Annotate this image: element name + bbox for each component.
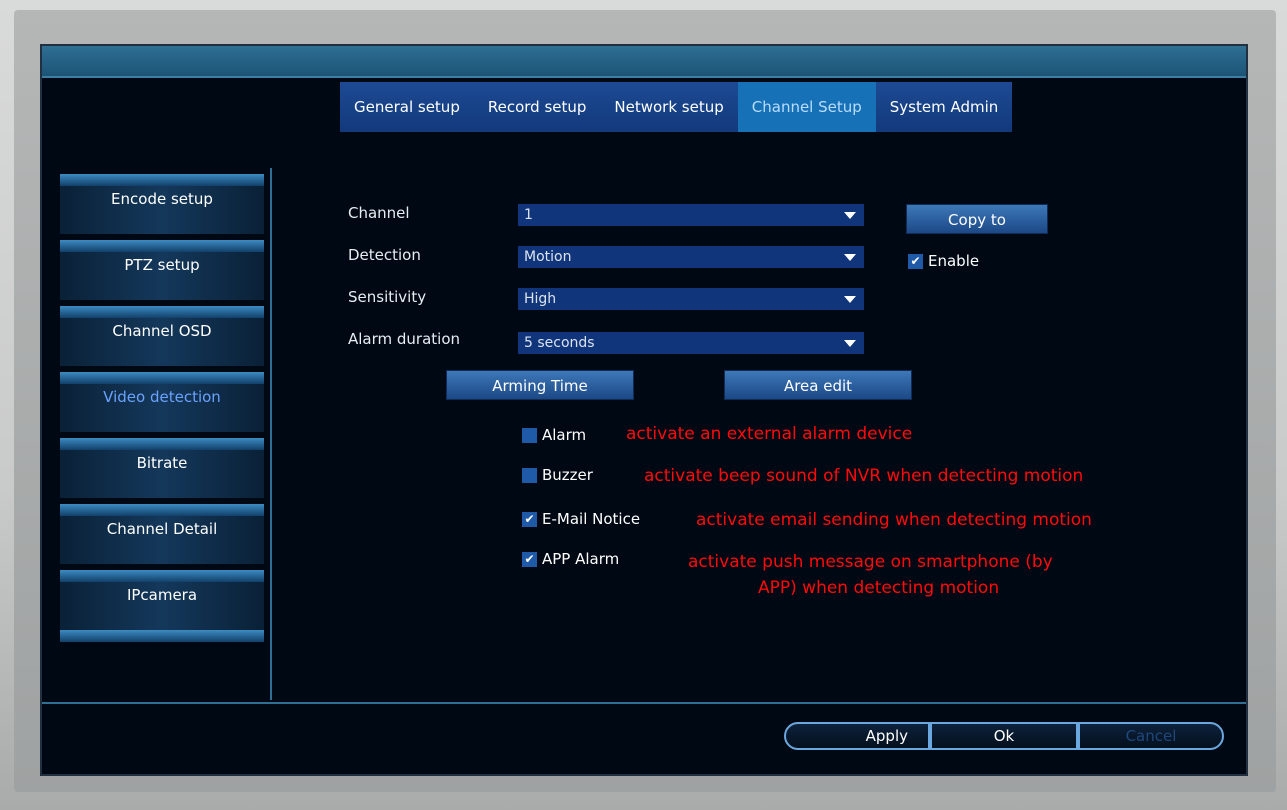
chevron-down-icon [844, 212, 856, 219]
sidebar-divider [270, 168, 272, 700]
channel-label: Channel [348, 204, 410, 222]
sidebar-bottom-edge [60, 630, 264, 642]
setup-window: General setup Record setup Network setup… [40, 44, 1248, 776]
alarm-duration-select[interactable]: 5 seconds [518, 332, 864, 354]
chevron-down-icon [844, 254, 856, 261]
alarm-duration-select-value: 5 seconds [524, 335, 595, 351]
app-alarm-row: ✔ APP Alarm [522, 550, 619, 568]
enable-label: Enable [928, 252, 980, 270]
chevron-down-icon [844, 296, 856, 303]
sidebar-item-label: Video detection [103, 388, 221, 406]
detection-select-value: Motion [524, 249, 572, 265]
email-label: E-Mail Notice [542, 510, 641, 528]
sensitivity-select[interactable]: High [518, 288, 864, 310]
alarm-row: Alarm [522, 426, 586, 444]
email-note: activate email sending when detecting mo… [696, 510, 1092, 530]
sensitivity-select-value: High [524, 291, 557, 307]
title-bar [42, 46, 1246, 76]
tab-general-setup[interactable]: General setup [340, 82, 474, 132]
sidebar-item-channel-detail[interactable]: Channel Detail [60, 498, 264, 564]
copy-to-button[interactable]: Copy to [906, 204, 1048, 234]
sidebar-item-label: PTZ setup [124, 256, 200, 274]
sidebar-item-encode-setup[interactable]: Encode setup [60, 168, 264, 234]
detection-select[interactable]: Motion [518, 246, 864, 268]
buzzer-note: activate beep sound of NVR when detectin… [644, 466, 1084, 486]
arming-time-button[interactable]: Arming Time [446, 370, 634, 400]
alarm-checkbox[interactable] [522, 427, 537, 443]
apply-button[interactable]: Apply [784, 722, 930, 750]
sidebar-item-channel-osd[interactable]: Channel OSD [60, 300, 264, 366]
tab-channel-setup[interactable]: Channel Setup [737, 82, 876, 132]
channel-select[interactable]: 1 [518, 204, 864, 226]
sidebar-item-label: Bitrate [136, 454, 188, 472]
footer-divider [42, 702, 1246, 704]
buzzer-row: Buzzer [522, 466, 593, 484]
buzzer-label: Buzzer [542, 466, 593, 484]
top-tabs: General setup Record setup Network setup… [340, 82, 1013, 132]
footer-buttons: Apply Ok Cancel [784, 722, 1224, 752]
sidebar-item-ptz-setup[interactable]: PTZ setup [60, 234, 264, 300]
sidebar-item-label: Encode setup [111, 190, 213, 208]
sidebar-item-label: IPcamera [126, 586, 198, 604]
email-checkbox[interactable]: ✔ [522, 511, 537, 527]
enable-checkbox[interactable]: ✔ [908, 253, 923, 269]
detection-label: Detection [348, 246, 421, 264]
sensitivity-label: Sensitivity [348, 288, 427, 306]
sidebar: Encode setup PTZ setup Channel OSD Video… [60, 168, 264, 642]
tab-system-admin[interactable]: System Admin [875, 82, 1013, 132]
app-alarm-checkbox[interactable]: ✔ [522, 551, 537, 567]
area-edit-button[interactable]: Area edit [724, 370, 912, 400]
sidebar-item-ipcamera[interactable]: IPcamera [60, 564, 264, 630]
app-alarm-note-line1: activate push message on smartphone (by [688, 552, 1053, 572]
app-alarm-label: APP Alarm [542, 550, 620, 568]
buzzer-checkbox[interactable] [522, 467, 537, 483]
sidebar-item-label: Channel Detail [106, 520, 218, 538]
cancel-button[interactable]: Cancel [1078, 722, 1224, 750]
title-divider [42, 76, 1246, 78]
app-alarm-note-line2: APP) when detecting motion [758, 578, 1000, 598]
tab-record-setup[interactable]: Record setup [473, 82, 601, 132]
chevron-down-icon [844, 340, 856, 347]
tab-network-setup[interactable]: Network setup [600, 82, 738, 132]
channel-select-value: 1 [524, 207, 533, 223]
ok-button[interactable]: Ok [930, 722, 1078, 750]
email-row: ✔ E-Mail Notice [522, 510, 640, 528]
enable-row: ✔ Enable [908, 252, 979, 270]
alarm-note: activate an external alarm device [626, 424, 913, 444]
sidebar-item-label: Channel OSD [112, 322, 212, 340]
alarm-label: Alarm [542, 426, 587, 444]
sidebar-item-video-detection[interactable]: Video detection [60, 366, 264, 432]
sidebar-item-bitrate[interactable]: Bitrate [60, 432, 264, 498]
alarm-duration-label: Alarm duration [348, 330, 461, 348]
